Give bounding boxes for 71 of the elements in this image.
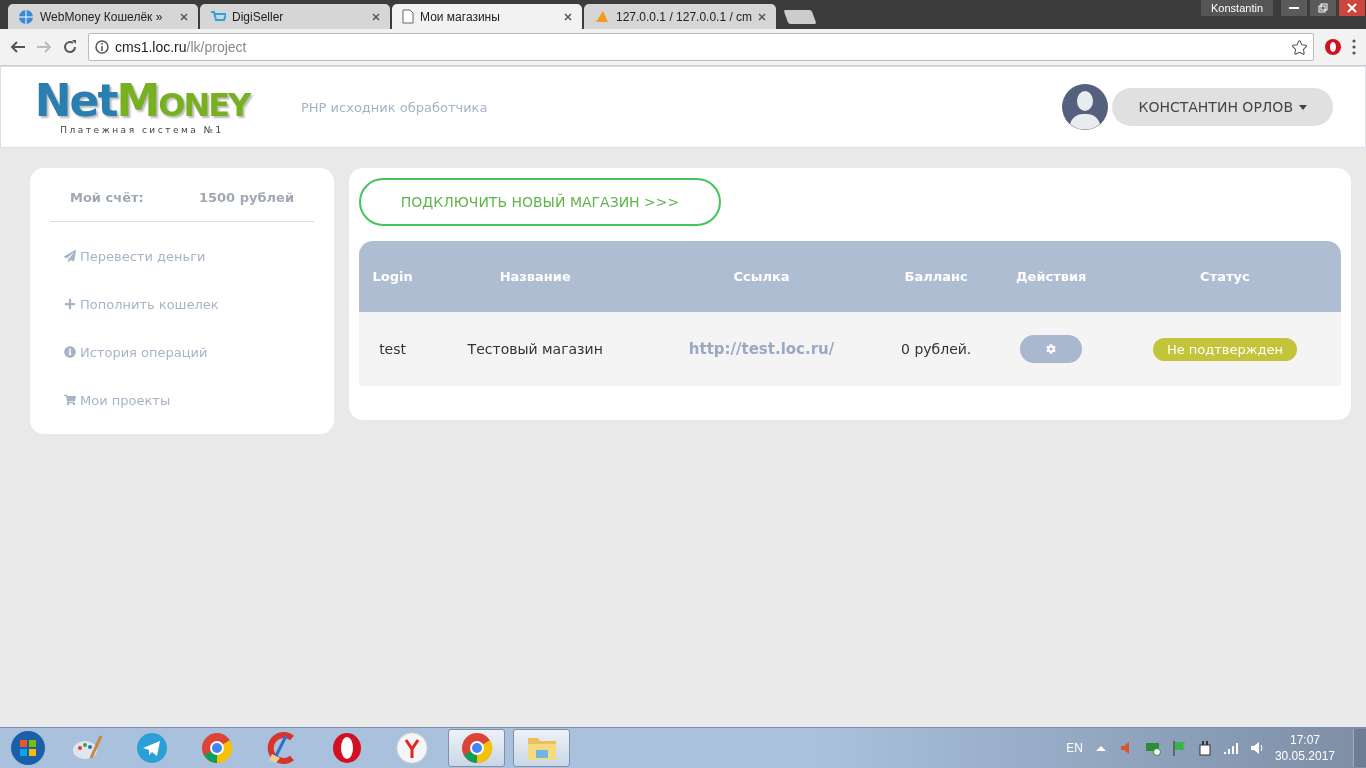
tab-title: 127.0.0.1 / 127.0.0.1 / cm [616, 9, 753, 24]
gear-icon [1046, 344, 1057, 354]
close-button[interactable] [1339, 0, 1365, 16]
account-balance: 1500 рублей [199, 190, 294, 205]
close-icon[interactable] [372, 12, 380, 21]
new-tab-button[interactable] [783, 10, 817, 24]
account-label: Мой счёт: [70, 190, 144, 205]
column-header: Статус [1108, 241, 1341, 312]
user-menu-button[interactable]: КОНСТАНТИН ОРЛОВ [1112, 88, 1333, 126]
letter-y-icon[interactable] [395, 732, 428, 764]
table-cell: Тестовый магазин [426, 312, 645, 386]
url-path: /lk/project [186, 39, 247, 55]
table-cell: test [359, 312, 427, 386]
tab-title: WebMoney Кошелёк » [40, 9, 164, 24]
chrome-icon[interactable] [200, 732, 233, 764]
plus-icon [64, 298, 76, 310]
browser-tab[interactable]: DigiSeller [200, 4, 390, 29]
clock-time: 17:07 [1289, 733, 1320, 747]
status-badge: Не подтвержден [1152, 337, 1297, 361]
opera-icon[interactable] [1324, 38, 1342, 56]
language-indicator[interactable]: EN [1066, 741, 1083, 755]
taskbar-app[interactable] [513, 729, 570, 767]
paper-plane-icon[interactable] [135, 732, 168, 764]
address-bar[interactable]: cms1.loc.ru/lk/project [88, 33, 1314, 61]
restore-icon [1318, 3, 1328, 13]
flag-icon[interactable] [1170, 740, 1187, 756]
reload-icon[interactable] [62, 39, 78, 55]
url-host: cms1.loc.ru [115, 39, 187, 55]
tab-title: Мои магазины [420, 9, 501, 24]
column-header: Действия [993, 241, 1109, 312]
column-header: Балланс [878, 241, 994, 312]
back-icon[interactable] [10, 40, 26, 54]
signal-bars-icon[interactable] [1222, 740, 1239, 756]
tab-title: DigiSeller [232, 9, 285, 24]
sail-icon [594, 9, 610, 24]
restore-button[interactable] [1310, 0, 1336, 16]
plug-icon[interactable] [1196, 740, 1213, 756]
page-subtitle: PHP исходник обработчика [301, 99, 488, 115]
info-icon [64, 346, 76, 358]
logo-tagline: Платежная система №1 [60, 125, 224, 135]
profile-label[interactable]: Konstantin [1201, 0, 1273, 16]
minimize-button[interactable] [1281, 0, 1307, 16]
close-icon[interactable] [758, 12, 767, 21]
volume-icon[interactable] [1248, 740, 1265, 756]
connect-store-button[interactable]: ПОДКЛЮЧИТЬ НОВЫЙ МАГАЗИН >>> [359, 178, 721, 226]
close-icon [1347, 3, 1357, 13]
browser-tab[interactable]: Мои магазины [392, 4, 582, 29]
close-icon[interactable] [564, 12, 572, 21]
taskbar-app[interactable] [448, 729, 505, 767]
logo-text[interactable]: Net [34, 79, 117, 123]
browser-tab[interactable]: WebMoney Кошелёк » [8, 4, 198, 29]
page-icon [402, 9, 414, 24]
info-icon[interactable] [95, 40, 109, 54]
opera-icon[interactable] [330, 732, 363, 764]
clock-date: 30.05.2017 [1274, 749, 1335, 763]
chrome-icon[interactable] [460, 732, 493, 764]
column-header: Login [359, 241, 427, 312]
caret-icon [1299, 104, 1307, 110]
avatar-silhouette-icon [1062, 84, 1109, 130]
send-icon [64, 250, 76, 262]
column-header: Ссылка [644, 241, 879, 312]
bookmark-star-icon[interactable] [1292, 39, 1307, 55]
table-cell: 0 рублей. [878, 312, 994, 386]
menu-icon[interactable] [1352, 39, 1356, 55]
browser-tab[interactable]: 127.0.0.1 / 127.0.0.1 / cm [584, 4, 777, 29]
cart-icon [64, 394, 76, 406]
close-icon[interactable] [180, 12, 188, 21]
minimize-icon [1289, 6, 1299, 10]
card-icon[interactable] [1144, 740, 1161, 756]
column-header: Название [426, 241, 645, 312]
globe-icon [18, 8, 34, 25]
